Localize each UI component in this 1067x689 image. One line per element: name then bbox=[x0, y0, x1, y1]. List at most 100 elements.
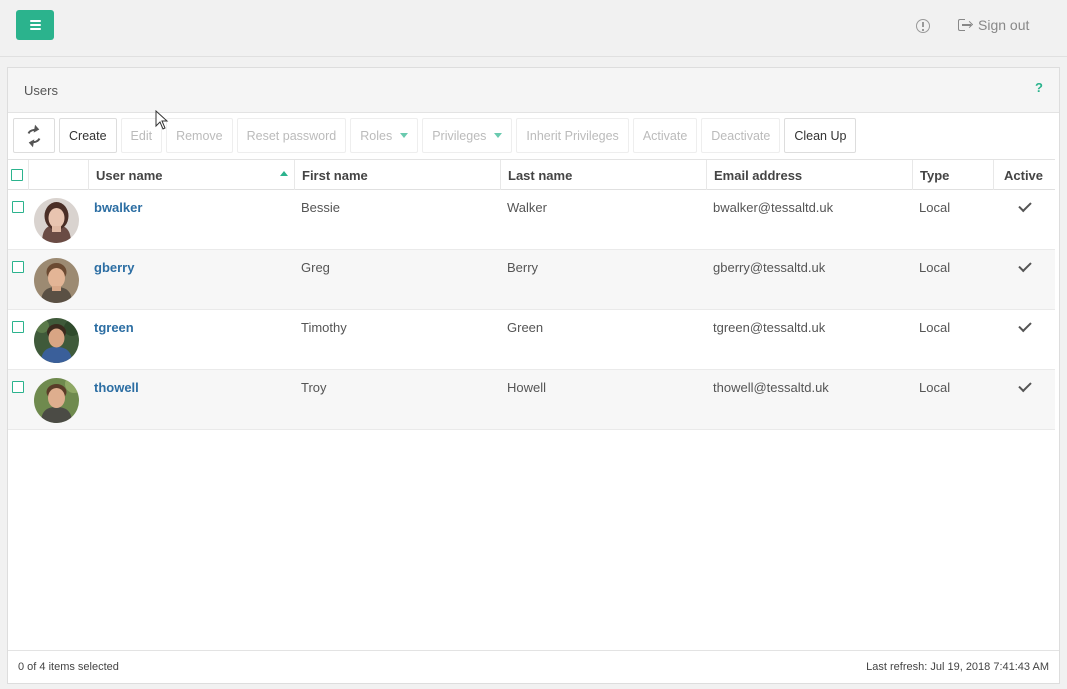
header-select-cell bbox=[8, 160, 29, 190]
sign-out-button[interactable]: Sign out bbox=[958, 17, 1029, 33]
create-button[interactable]: Create bbox=[59, 118, 117, 153]
column-header-email[interactable]: Email address bbox=[707, 160, 913, 190]
menu-icon-line bbox=[29, 28, 41, 30]
type-cell: Local bbox=[913, 310, 994, 369]
email-cell: bwalker@tessaltd.uk bbox=[707, 190, 913, 249]
column-header-user-name[interactable]: User name bbox=[89, 160, 295, 190]
check-icon bbox=[1018, 378, 1032, 393]
activate-button[interactable]: Activate bbox=[632, 118, 698, 153]
table-row[interactable]: gberry Greg Berry gberry@tessaltd.uk Loc… bbox=[8, 250, 1055, 310]
caret-down-icon bbox=[494, 133, 503, 138]
column-header-type[interactable]: Type bbox=[913, 160, 994, 190]
last-name-cell: Walker bbox=[501, 190, 707, 249]
row-checkbox[interactable] bbox=[12, 261, 24, 273]
avatar bbox=[34, 318, 79, 363]
type-cell: Local bbox=[913, 190, 994, 249]
last-name-cell: Green bbox=[501, 310, 707, 369]
table-row[interactable]: tgreen Timothy Green tgreen@tessaltd.uk … bbox=[8, 310, 1055, 370]
help-icon[interactable]: ? bbox=[1035, 80, 1043, 95]
mouse-cursor-icon bbox=[155, 110, 169, 130]
hamburger-menu-button[interactable] bbox=[16, 10, 54, 40]
refresh-button[interactable] bbox=[13, 118, 55, 153]
menu-icon-line bbox=[29, 24, 41, 26]
table-header: User name First name Last name Email add… bbox=[8, 159, 1055, 190]
column-label: Active bbox=[1004, 167, 1044, 183]
header-avatar-cell bbox=[29, 160, 89, 190]
user-type: Local bbox=[919, 320, 951, 335]
top-bar: Sign out bbox=[0, 0, 1067, 57]
username-link[interactable]: gberry bbox=[94, 260, 134, 275]
row-select-cell bbox=[8, 190, 29, 249]
username-cell: tgreen bbox=[89, 310, 295, 369]
roles-label: Roles bbox=[360, 128, 393, 143]
username-cell: bwalker bbox=[89, 190, 295, 249]
username-link[interactable]: bwalker bbox=[94, 200, 142, 215]
active-cell bbox=[994, 310, 1055, 369]
user-type: Local bbox=[919, 260, 951, 275]
avatar-cell bbox=[29, 370, 89, 429]
sign-out-label: Sign out bbox=[978, 17, 1030, 33]
column-label: Last name bbox=[508, 167, 573, 183]
row-checkbox[interactable] bbox=[12, 381, 24, 393]
email-cell: gberry@tessaltd.uk bbox=[707, 250, 913, 309]
privileges-dropdown-button[interactable]: Privileges bbox=[422, 118, 513, 153]
table-row[interactable]: bwalker Bessie Walker bwalker@tessaltd.u… bbox=[8, 190, 1055, 250]
info-icon[interactable] bbox=[916, 19, 930, 33]
inherit-privileges-button[interactable]: Inherit Privileges bbox=[516, 118, 629, 153]
active-cell bbox=[994, 190, 1055, 249]
clean-up-button[interactable]: Clean Up bbox=[784, 118, 857, 153]
avatar bbox=[34, 258, 79, 303]
users-panel: Users ? Create Edit Remove Reset passwor… bbox=[7, 67, 1060, 684]
panel-title: Users bbox=[24, 83, 58, 98]
avatar-cell bbox=[29, 310, 89, 369]
username-link[interactable]: tgreen bbox=[94, 320, 134, 335]
email: bwalker@tessaltd.uk bbox=[713, 200, 834, 215]
username-link[interactable]: thowell bbox=[94, 380, 139, 395]
deactivate-button[interactable]: Deactivate bbox=[701, 118, 781, 153]
select-all-checkbox[interactable] bbox=[11, 169, 23, 181]
remove-button[interactable]: Remove bbox=[166, 118, 233, 153]
email: thowell@tessaltd.uk bbox=[713, 380, 829, 395]
privileges-label: Privileges bbox=[432, 128, 487, 143]
email-cell: thowell@tessaltd.uk bbox=[707, 370, 913, 429]
row-checkbox[interactable] bbox=[12, 201, 24, 213]
active-cell bbox=[994, 370, 1055, 429]
roles-dropdown-button[interactable]: Roles bbox=[350, 118, 419, 153]
user-type: Local bbox=[919, 200, 951, 215]
reset-password-button[interactable]: Reset password bbox=[236, 118, 347, 153]
column-label: Type bbox=[920, 167, 950, 183]
row-select-cell bbox=[8, 310, 29, 369]
user-type: Local bbox=[919, 380, 951, 395]
table-row[interactable]: thowell Troy Howell thowell@tessaltd.uk … bbox=[8, 370, 1055, 430]
active-cell bbox=[994, 250, 1055, 309]
username-cell: gberry bbox=[89, 250, 295, 309]
column-header-last-name[interactable]: Last name bbox=[501, 160, 707, 190]
first-name-cell: Bessie bbox=[295, 190, 501, 249]
row-checkbox[interactable] bbox=[12, 321, 24, 333]
toolbar: Create Edit Remove Reset password Roles … bbox=[13, 118, 857, 153]
email: gberry@tessaltd.uk bbox=[713, 260, 826, 275]
sort-ascending-icon bbox=[280, 171, 288, 176]
check-icon bbox=[1018, 258, 1032, 273]
column-label: First name bbox=[302, 167, 368, 183]
row-select-cell bbox=[8, 370, 29, 429]
last-name-cell: Howell bbox=[501, 370, 707, 429]
column-label: Email address bbox=[714, 167, 803, 183]
column-header-first-name[interactable]: First name bbox=[295, 160, 501, 190]
column-header-active[interactable]: Active bbox=[994, 160, 1055, 190]
first-name: Bessie bbox=[301, 200, 341, 215]
last-name: Walker bbox=[507, 200, 547, 215]
caret-down-icon bbox=[400, 133, 409, 138]
table-footer: 0 of 4 items selected Last refresh: Jul … bbox=[8, 650, 1059, 683]
type-cell: Local bbox=[913, 250, 994, 309]
first-name: Greg bbox=[301, 260, 330, 275]
panel-header: Users ? bbox=[8, 68, 1059, 113]
avatar bbox=[34, 378, 79, 423]
first-name: Troy bbox=[301, 380, 327, 395]
last-name: Berry bbox=[507, 260, 539, 275]
row-select-cell bbox=[8, 250, 29, 309]
sign-out-icon bbox=[958, 18, 974, 32]
last-name: Howell bbox=[507, 380, 547, 395]
type-cell: Local bbox=[913, 370, 994, 429]
last-refresh-status: Last refresh: Jul 19, 2018 7:41:43 AM bbox=[866, 661, 1049, 673]
